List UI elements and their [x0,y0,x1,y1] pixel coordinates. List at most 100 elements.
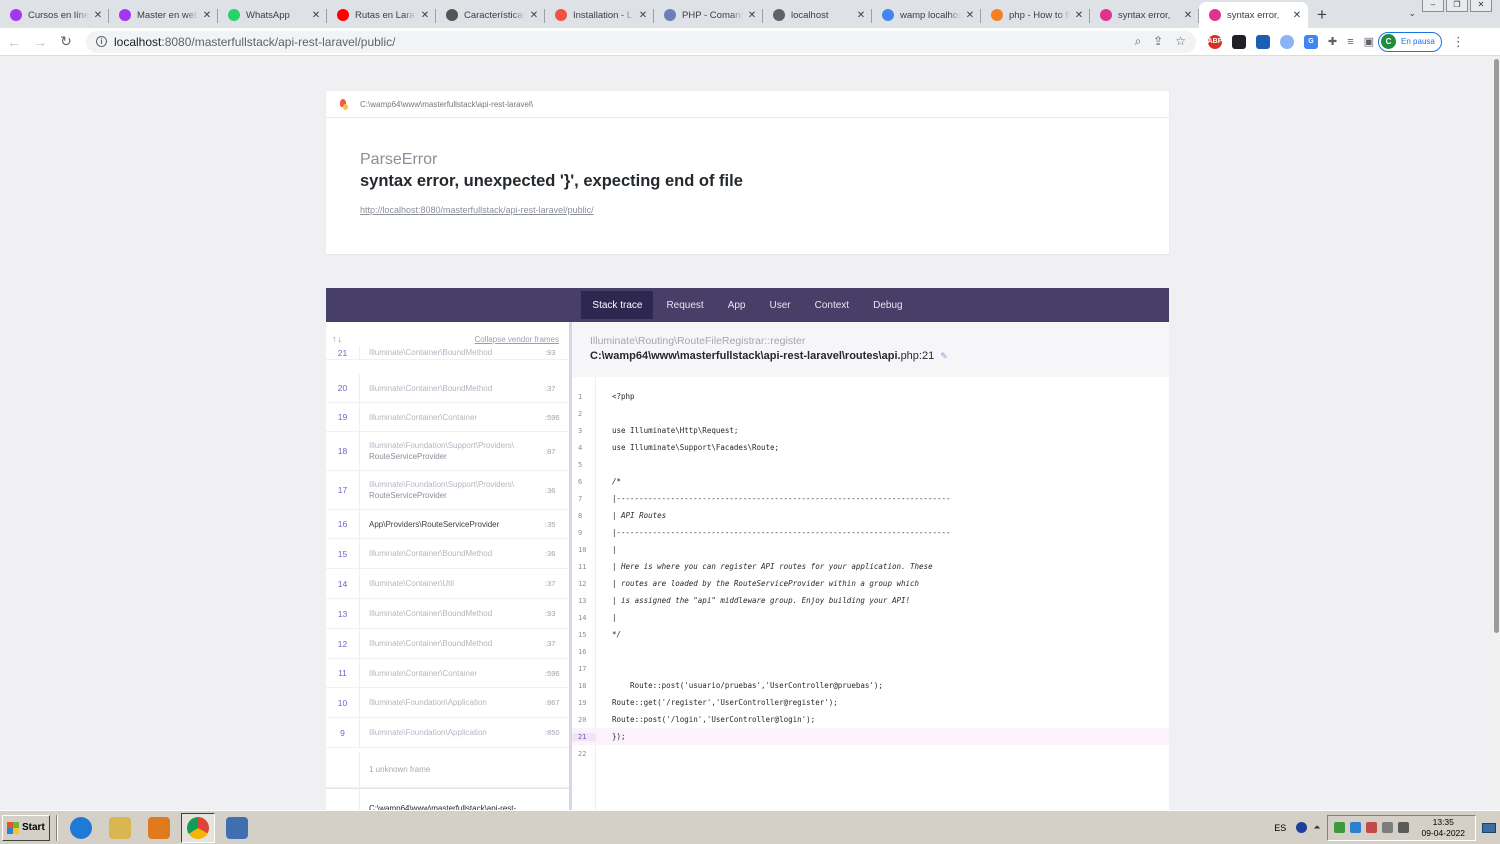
network-tray-icon[interactable] [1349,822,1361,833]
tab-close-icon[interactable]: ✕ [420,10,430,21]
frame-number: 13 [326,599,360,628]
stack-tab-user[interactable]: User [759,291,802,319]
address-bar[interactable]: i localhost:8080/masterfullstack/api-res… [86,30,1196,53]
tab-close-icon[interactable]: ✕ [965,10,975,21]
clock[interactable]: 13:35 09-04-2022 [1422,817,1465,839]
stack-tab-request[interactable]: Request [655,291,714,319]
tab-close-icon[interactable]: ✕ [202,10,212,21]
browser-tab[interactable]: Cursos en línea ✕ [0,2,109,28]
stack-tab-context[interactable]: Context [804,291,860,319]
unknown-frame-row[interactable]: 1 unknown frame [326,752,569,788]
translate-icon[interactable]: G [1304,34,1318,49]
extension-person-icon[interactable] [1256,34,1270,49]
page-scrollbar[interactable] [1493,57,1500,810]
side-panel-icon[interactable]: ▣ [1364,35,1374,48]
stack-frame[interactable]: 20 Illuminate\Container\BoundMethod:37 [326,374,569,403]
tab-close-icon[interactable]: ✕ [1183,10,1193,21]
stack-tab-debug[interactable]: Debug [862,291,913,319]
close-window-button[interactable]: ✕ [1470,0,1492,12]
frame-nav-arrows-icon[interactable]: ↑↓ [332,334,343,344]
adblock-icon[interactable]: ABP [1208,34,1222,49]
browser-tab[interactable]: php - How to fix ✕ [981,2,1090,28]
signal-tray-icon[interactable] [1381,822,1393,833]
scrollbar-thumb[interactable] [1494,59,1499,633]
tray-arrow-icon[interactable]: ⏶ [1313,822,1320,833]
extension-dark-icon[interactable] [1232,34,1246,49]
browser-tab[interactable]: localhost ✕ [763,2,872,28]
tab-close-icon[interactable]: ✕ [93,10,103,21]
collapse-vendor-frames-link[interactable]: Collapse vendor frames [475,335,559,344]
restore-button[interactable]: ❐ [1446,0,1468,12]
security-tray-icon[interactable] [1365,822,1377,833]
stack-frame[interactable]: 17 Illuminate\Foundation\Support\Provider… [326,471,569,510]
site-info-icon[interactable]: i [96,36,107,47]
tab-close-icon[interactable]: ✕ [529,10,539,21]
stack-frame[interactable]: 19 Illuminate\Container\Container:596 [326,403,569,432]
browser-tab[interactable]: syntax error, ✕ [1090,2,1199,28]
browser-tab[interactable]: PHP - Comandos ✕ [654,2,763,28]
browser-tab[interactable]: Características ✕ [436,2,545,28]
tab-close-icon[interactable]: ✕ [1292,10,1302,21]
puzzle-extensions-icon[interactable]: ✚ [1328,35,1337,48]
share-icon[interactable]: ⇪ [1153,34,1163,49]
tab-close-icon[interactable]: ✕ [856,10,866,21]
app-frame-path[interactable]: C:\wamp64\www\masterfullstack\api-rest- [360,803,569,811]
browser-menu-icon[interactable]: ⋮ [1452,34,1465,50]
whatsapp-icon [228,9,240,21]
tab-close-icon[interactable]: ✕ [1074,10,1084,21]
stack-tab-app[interactable]: App [717,291,757,319]
volume-icon[interactable] [1397,822,1409,833]
profile-button[interactable]: C En pausa [1378,31,1442,52]
browser-toolbar: ← → ↻ i localhost:8080/masterfullstack/a… [0,28,1500,56]
help-icon[interactable] [1296,822,1308,833]
taskbar-app-button[interactable] [220,813,254,843]
reload-icon[interactable]: ↻ [54,30,78,54]
app-frame-row[interactable]: C:\wamp64\www\masterfullstack\api-rest- [326,788,569,810]
browser-tab[interactable]: wamp localhost ✕ [872,2,981,28]
stack-frame[interactable]: 15 Illuminate\Container\BoundMethod:36 [326,539,569,569]
language-indicator[interactable]: ES [1274,823,1286,833]
new-tab-button[interactable]: + [1308,2,1336,28]
code-line: 14 | [572,609,1169,626]
browser-tab[interactable]: WhatsApp ✕ [218,2,327,28]
stack-frame[interactable]: 11 Illuminate\Container\Container:596 [326,659,569,688]
stack-frame[interactable]: 21 Illuminate\Container\BoundMethod:93 [326,346,569,360]
browser-tab[interactable]: Master en webs ✕ [109,2,218,28]
zoom-icon[interactable]: ⌕ [1134,34,1141,49]
browser-tab[interactable]: Rutas en Laravel ✕ [327,2,436,28]
edit-pencil-icon[interactable]: ✎ [940,351,948,362]
stack-frame[interactable]: 18 Illuminate\Foundation\Support\Provider… [326,432,569,471]
tab-close-icon[interactable]: ✕ [311,10,321,21]
frame-line: :850 [545,728,560,737]
tab-close-icon[interactable]: ✕ [747,10,757,21]
taskbar-separator [55,814,58,841]
taskbar-app-button[interactable] [180,812,215,843]
browser-tab[interactable]: syntax error, ✕ [1199,2,1308,28]
start-button[interactable]: Start [2,814,50,841]
stack-frame[interactable]: 16 App\Providers\RouteServiceProvider:35 [326,510,569,539]
tab-search-chevron-icon[interactable]: ⌄ [1408,8,1416,19]
stack-frame[interactable]: 14 Illuminate\Container\Util:37 [326,569,569,599]
stack-frame[interactable]: 12 Illuminate\Container\BoundMethod:37 [326,629,569,659]
show-desktop-icon[interactable] [1482,822,1496,833]
stack-frame[interactable]: 10 Illuminate\Foundation\Application:867 [326,688,569,718]
line-number: 16 [578,647,587,656]
stack-tab-stack-trace[interactable]: Stack trace [581,291,654,319]
taskbar-app-button[interactable] [103,813,137,843]
taskbar-app-button[interactable] [142,813,176,843]
tab-close-icon[interactable]: ✕ [638,10,648,21]
code-text: Route::post('usuario/pruebas','UserContr… [612,681,883,690]
forward-arrow-icon[interactable]: → [28,30,52,54]
back-arrow-icon[interactable]: ← [2,30,26,54]
wamp-tray-icon[interactable] [1333,822,1345,833]
bookmark-star-icon[interactable]: ☆ [1175,34,1186,49]
stack-frame[interactable]: 9 Illuminate\Foundation\Application:850 [326,718,569,748]
browser-tab[interactable]: Installation - Laravel ✕ [545,2,654,28]
extension-circle-icon[interactable] [1280,34,1294,49]
stack-frame[interactable]: 13 Illuminate\Container\BoundMethod:93 [326,599,569,629]
ignition-icon [1209,9,1221,21]
reading-list-icon[interactable]: ≡ [1347,36,1353,48]
minimize-button[interactable]: – [1422,0,1444,12]
request-url-link[interactable]: http://localhost:8080/masterfullstack/ap… [360,205,594,215]
taskbar-app-button[interactable] [64,813,98,843]
